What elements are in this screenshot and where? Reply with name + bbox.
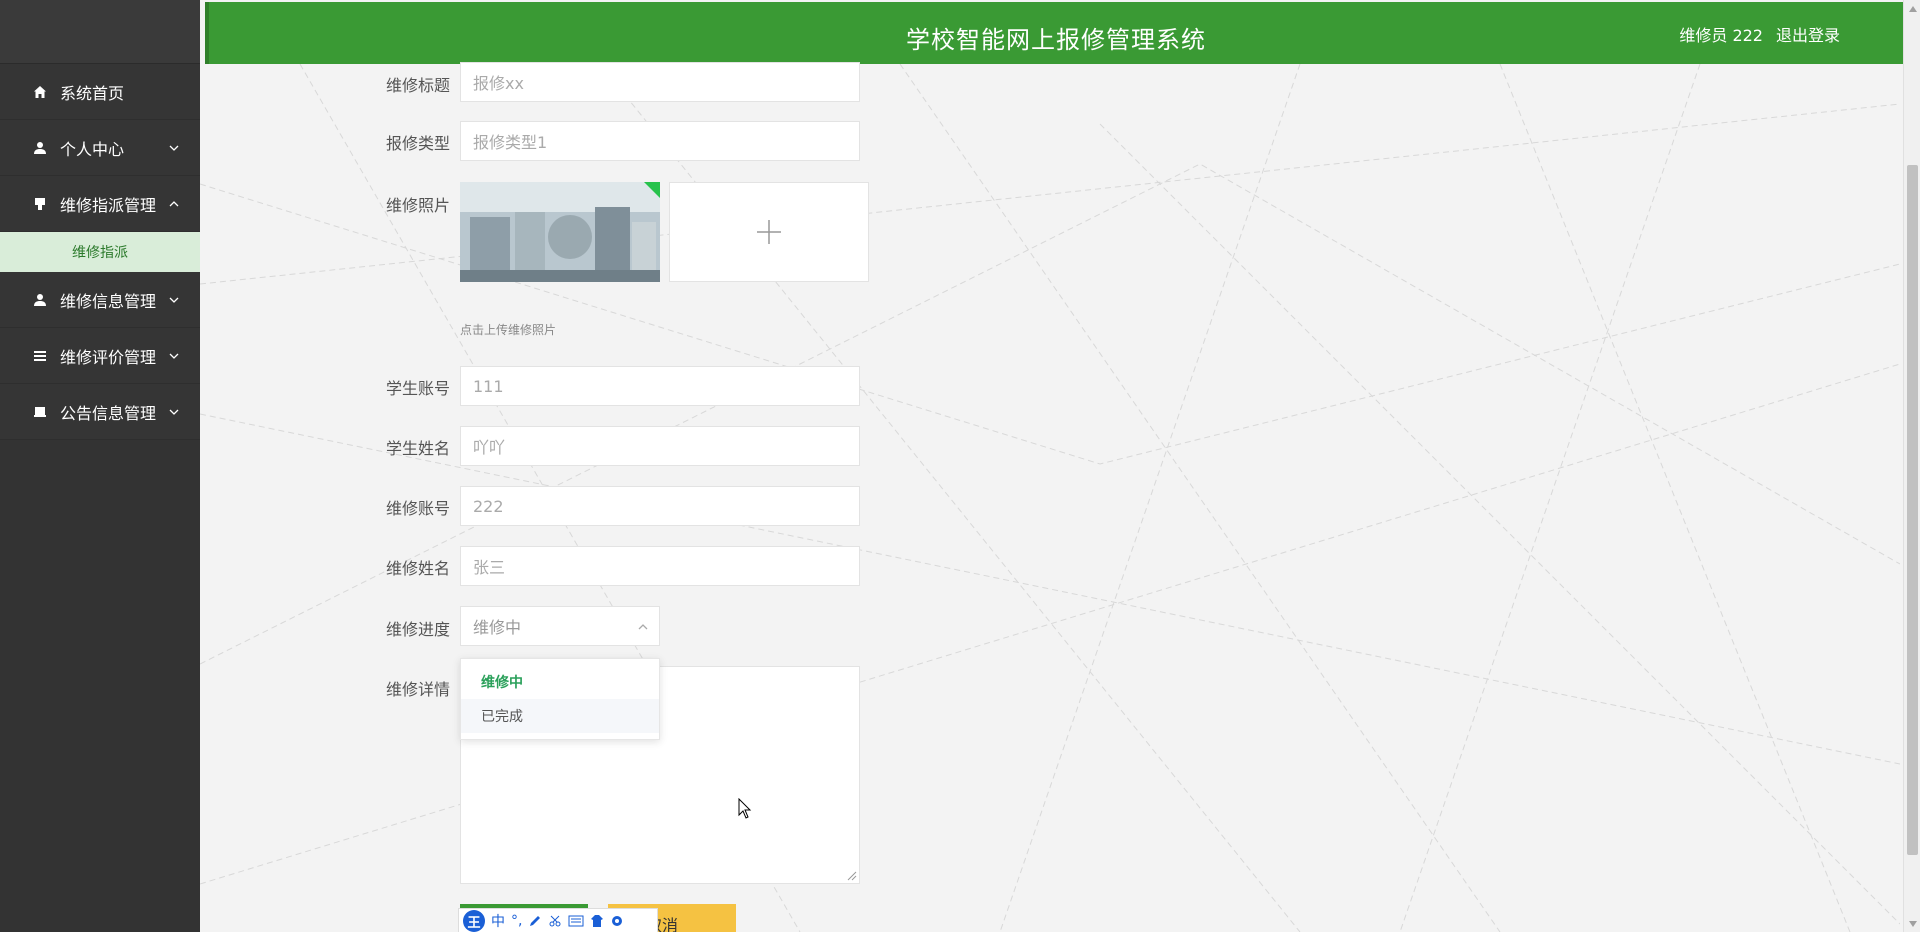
progress-option[interactable]: 已完成 xyxy=(461,699,659,733)
select-value: 维修中 xyxy=(473,618,522,637)
background-pattern xyxy=(200,64,1900,932)
repair-account-input[interactable]: 222 xyxy=(460,486,860,526)
sidebar-item-evaluation[interactable]: 维修评价管理 xyxy=(0,328,200,384)
resize-handle-icon[interactable] xyxy=(847,871,857,881)
home-icon xyxy=(32,84,48,100)
repair-photo-thumbnail[interactable] xyxy=(460,182,660,282)
repair-title-label: 维修标题 xyxy=(386,76,451,95)
sidebar-item-label: 公告信息管理 xyxy=(60,403,157,423)
upload-hint: 点击上传维修照片 xyxy=(460,323,557,337)
sidebar-item-repair-info[interactable]: 维修信息管理 xyxy=(0,272,200,328)
logout-button[interactable]: 退出登录 xyxy=(1776,22,1840,46)
ime-mode-toggle[interactable]: 中 xyxy=(491,911,505,931)
chevron-down-icon xyxy=(169,353,179,359)
top-header: 学校智能网上报修管理系统 维修员 222 退出登录 xyxy=(205,2,1903,64)
chevron-down-icon xyxy=(169,409,179,415)
main-content: 维修标题 报修xx 报修类型 报修类型1 维修照片 点击上传维修照片 学生账号 … xyxy=(200,62,1900,932)
settings-gear-icon[interactable] xyxy=(610,914,624,928)
repair-progress-label: 维修进度 xyxy=(386,620,451,639)
student-name-label: 学生姓名 xyxy=(386,439,451,458)
page-scrollbar[interactable] xyxy=(1903,0,1920,932)
chevron-up-icon xyxy=(638,624,648,630)
repair-name-label: 维修姓名 xyxy=(386,559,451,578)
sidebar-item-label: 维修指派管理 xyxy=(60,195,157,215)
ime-punct-toggle[interactable]: °, xyxy=(511,913,522,929)
list-icon xyxy=(32,348,48,364)
student-name-input[interactable]: 吖吖 xyxy=(460,426,860,466)
scroll-down-icon[interactable] xyxy=(1904,915,1920,932)
progress-dropdown: 维修中 已完成 xyxy=(460,658,660,740)
chevron-up-icon xyxy=(169,200,179,206)
scrollbar-thumb[interactable] xyxy=(1907,165,1918,855)
scroll-up-icon[interactable] xyxy=(1904,0,1920,17)
user-icon xyxy=(32,292,48,308)
pen-icon[interactable] xyxy=(528,914,542,928)
notice-icon xyxy=(32,404,48,420)
sidebar-logo-area xyxy=(0,0,200,64)
keyboard-icon[interactable] xyxy=(568,915,584,927)
sidebar-item-profile[interactable]: 个人中心 xyxy=(0,120,200,176)
repair-progress-select[interactable]: 维修中 xyxy=(460,606,660,646)
sidebar-item-label: 系统首页 xyxy=(60,83,125,103)
sidebar-item-dispatch[interactable]: 维修指派管理 xyxy=(0,176,200,232)
sidebar-item-notice[interactable]: 公告信息管理 xyxy=(0,384,200,440)
student-account-label: 学生账号 xyxy=(386,379,451,398)
ime-logo[interactable]: 王 xyxy=(463,910,485,932)
plus-icon xyxy=(757,220,781,244)
sidebar-item-label: 维修信息管理 xyxy=(60,291,157,311)
repair-type-label: 报修类型 xyxy=(386,134,451,153)
repair-detail-label: 维修详情 xyxy=(386,680,451,699)
ime-toolbar: 王 中 °, xyxy=(458,908,658,932)
repair-photo-label: 维修照片 xyxy=(386,196,451,215)
repair-title-input[interactable]: 报修xx xyxy=(460,62,860,102)
chevron-down-icon xyxy=(169,145,179,151)
student-account-input[interactable]: 111 xyxy=(460,366,860,406)
sidebar-subitem-dispatch[interactable]: 维修指派 xyxy=(0,232,200,272)
upload-photo-button[interactable] xyxy=(669,182,869,282)
current-user-label: 维修员 222 xyxy=(1679,26,1763,45)
user-icon xyxy=(32,140,48,156)
skin-icon[interactable] xyxy=(590,914,604,928)
mouse-cursor-icon xyxy=(738,798,752,819)
progress-option[interactable]: 维修中 xyxy=(461,665,659,699)
repair-account-label: 维修账号 xyxy=(386,499,451,518)
sidebar: 系统首页 个人中心 维修指派管理 维修指派 维修信息管理 维修评价管理 公告信息… xyxy=(0,0,200,932)
chevron-down-icon xyxy=(169,297,179,303)
sidebar-item-home[interactable]: 系统首页 xyxy=(0,64,200,120)
repair-name-input[interactable]: 张三 xyxy=(460,546,860,586)
dispatch-icon xyxy=(32,196,48,212)
sidebar-item-label: 维修评价管理 xyxy=(60,347,157,367)
scissors-icon[interactable] xyxy=(548,914,562,928)
system-title: 学校智能网上报修管理系统 xyxy=(906,26,1206,54)
sidebar-item-label: 个人中心 xyxy=(60,139,125,159)
repair-type-input[interactable]: 报修类型1 xyxy=(460,121,860,161)
